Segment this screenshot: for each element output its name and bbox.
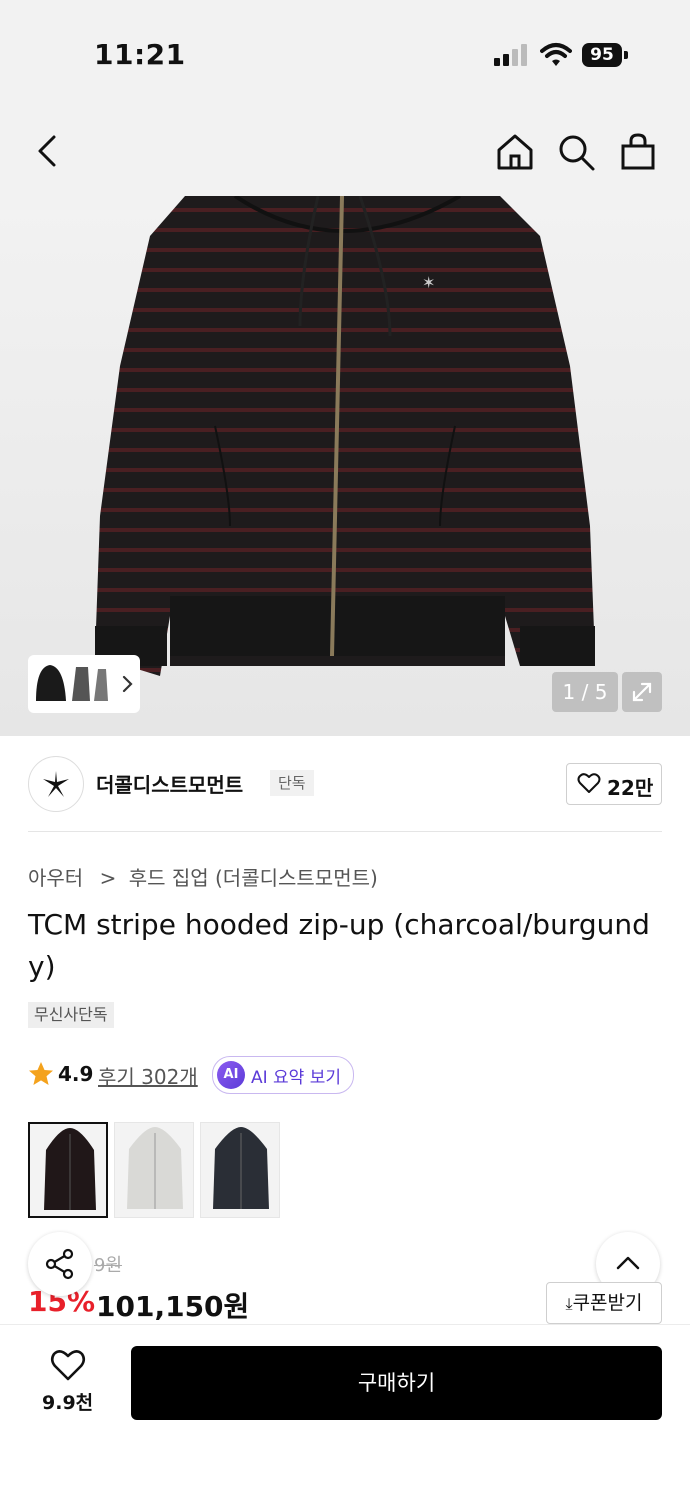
sale-price: 101,150원 — [96, 1290, 250, 1323]
ai-summary-label: AI 요약 보기 — [251, 1068, 342, 1088]
wifi-icon — [540, 43, 572, 66]
share-button[interactable] — [28, 1232, 92, 1296]
star-icon — [29, 1062, 53, 1085]
search-icon[interactable] — [556, 132, 596, 172]
breadcrumb[interactable]: 아우터 > 후드 집업 (더콜디스트모먼트) — [28, 862, 378, 891]
breadcrumb-separator: > — [99, 866, 117, 890]
brand-like-count: 22만 — [607, 776, 654, 800]
coupon-button[interactable]: ⤓쿠폰받기 — [546, 1282, 662, 1324]
brand-name[interactable]: 더콜디스트모먼트 — [96, 769, 243, 798]
wishlist-count: 9.9천 — [42, 1392, 94, 1414]
ai-badge-icon: AI — [217, 1061, 245, 1089]
original-price: 9원 — [94, 1255, 123, 1276]
cellular-signal-icon — [494, 44, 527, 66]
download-icon: ⤓ — [565, 1294, 573, 1313]
brand-logo[interactable] — [28, 756, 84, 812]
exclusive-tag: 단독 — [270, 770, 314, 796]
buy-button[interactable]: 구매하기 — [131, 1346, 662, 1420]
home-icon[interactable] — [495, 132, 535, 172]
share-icon — [45, 1248, 74, 1280]
breadcrumb-subcategory[interactable]: 후드 집업 (더콜디스트모먼트) — [129, 866, 378, 890]
product-title: TCM stripe hooded zip-up (charcoal/burgu… — [28, 908, 650, 983]
chevron-up-icon — [616, 1256, 640, 1270]
coupon-label: 쿠폰받기 — [572, 1292, 643, 1314]
chevron-right-icon — [122, 675, 133, 693]
review-link[interactable]: 후기 302개 — [98, 1061, 198, 1090]
battery-indicator: 95 — [582, 43, 628, 67]
image-counter: 1 / 5 — [552, 672, 618, 712]
color-option-gray[interactable] — [114, 1122, 194, 1218]
hoodie-thumb-gray — [127, 1127, 183, 1209]
expand-icon[interactable] — [622, 672, 662, 712]
divider — [28, 831, 662, 832]
musinsa-exclusive-tag: 무신사단독 — [28, 1002, 114, 1028]
brand-like-button[interactable]: 22만 — [566, 763, 662, 805]
color-option-navy[interactable] — [200, 1122, 280, 1218]
status-time: 11:21 — [94, 38, 186, 71]
rating-value: 4.9 — [58, 1062, 94, 1086]
hoodie-thumb-black — [44, 1128, 96, 1210]
svg-text:✶: ✶ — [422, 273, 435, 292]
color-option-black[interactable] — [28, 1122, 108, 1218]
breadcrumb-category[interactable]: 아우터 — [28, 866, 83, 890]
shopping-bag-icon[interactable] — [618, 132, 658, 172]
wishlist-heart-icon[interactable] — [50, 1348, 86, 1382]
brand-star-icon — [43, 771, 69, 797]
battery-level: 95 — [582, 43, 622, 67]
back-button[interactable] — [28, 131, 68, 171]
image-thumbnail-strip[interactable] — [28, 655, 140, 713]
ai-summary-button[interactable]: AI AI 요약 보기 — [212, 1056, 354, 1094]
hoodie-thumb-navy — [213, 1127, 269, 1209]
heart-icon — [577, 773, 601, 793]
